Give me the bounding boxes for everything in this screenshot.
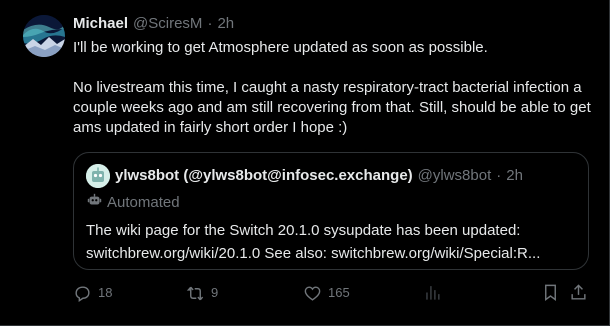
like-button[interactable]: 165 — [303, 283, 350, 303]
quote-author-handle[interactable]: @ylws8bot — [418, 166, 492, 186]
reply-count: 18 — [98, 285, 113, 300]
automated-label: Automated — [107, 193, 180, 211]
quote-timestamp[interactable]: 2h — [506, 166, 523, 186]
views-button[interactable] — [423, 283, 442, 302]
quoted-post[interactable]: ylws8bot (@ylws8bot@infosec.exchange) @y… — [73, 152, 589, 270]
share-button[interactable] — [569, 283, 588, 302]
automated-badge: Automated — [86, 191, 576, 214]
separator-dot: · — [207, 15, 213, 32]
quote-text-line: switchbrew.org/wiki/20.1.0 See also: swi… — [86, 245, 541, 262]
bot-icon — [86, 191, 103, 214]
reply-button[interactable]: 18 — [73, 283, 112, 303]
repost-button[interactable]: 9 — [186, 283, 218, 303]
like-count: 165 — [328, 285, 350, 300]
views-icon — [426, 286, 440, 300]
avatar[interactable] — [23, 15, 65, 57]
quote-text-line: The wiki page for the Switch 20.1.0 sysu… — [86, 222, 521, 239]
tweet[interactable]: Michael @SciresM · 2h I'll be working to… — [0, 0, 610, 326]
timestamp[interactable]: 2h — [217, 14, 234, 34]
tweet-paragraph: I'll be working to get Atmosphere update… — [73, 39, 488, 56]
author-name[interactable]: Michael — [73, 14, 128, 34]
tweet-paragraph: No livestream this time, I caught a nast… — [73, 79, 591, 136]
tweet-text: I'll be working to get Atmosphere update… — [73, 38, 593, 138]
bookmark-icon — [545, 284, 556, 302]
separator-dot: · — [496, 167, 502, 184]
reply-icon — [75, 285, 90, 302]
author-handle[interactable]: @SciresM — [133, 14, 202, 34]
action-bar: 18 9 165 — [73, 283, 597, 303]
quote-author-name[interactable]: ylws8bot (@ylws8bot@infosec.exchange) — [115, 166, 413, 186]
repost-icon — [186, 286, 204, 300]
share-icon — [571, 284, 586, 300]
quote-avatar — [86, 164, 110, 188]
like-icon — [304, 285, 321, 301]
repost-count: 9 — [211, 285, 219, 300]
bookmark-button[interactable] — [541, 283, 560, 302]
